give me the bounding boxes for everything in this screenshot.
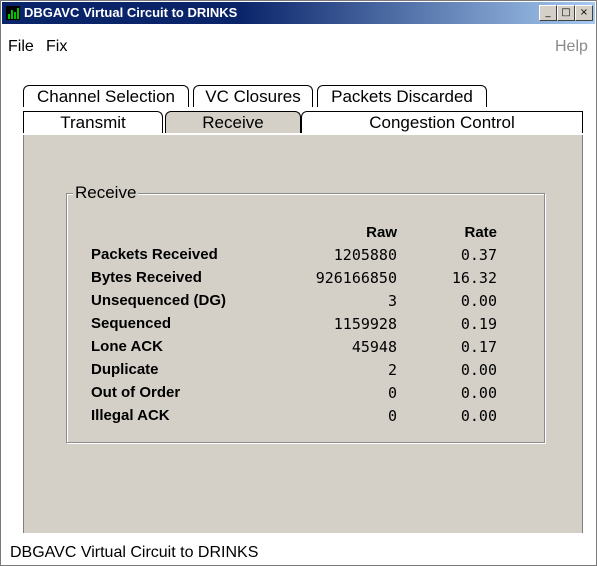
app-chart-icon <box>6 6 20 20</box>
tab-packets-discarded[interactable]: Packets Discarded <box>317 85 487 107</box>
stat-rate-value: 16.32 <box>451 269 497 287</box>
status-text: DBGAVC Virtual Circuit to DRINKS <box>10 544 259 561</box>
stat-rate-value: 0.37 <box>460 246 497 264</box>
status-bar: DBGAVC Virtual Circuit to DRINKS <box>2 541 595 565</box>
tab-receive[interactable]: Receive <box>165 111 301 133</box>
stat-label: Sequenced <box>91 315 172 332</box>
menu-file[interactable]: File <box>8 38 34 56</box>
menu-fix[interactable]: Fix <box>46 38 67 56</box>
tab-transmit[interactable]: Transmit <box>23 111 163 133</box>
stat-rate-value: 0.00 <box>460 361 497 379</box>
column-header-raw: Raw <box>366 224 397 241</box>
stat-label: Illegal ACK <box>91 407 170 424</box>
stat-label: Lone ACK <box>91 338 163 355</box>
stat-rate-value: 0.00 <box>460 384 497 402</box>
stat-rate-value: 0.00 <box>460 292 497 310</box>
menu-bar: File Fix Help <box>2 34 595 58</box>
stat-label: Packets Received <box>91 246 218 263</box>
stat-raw-value: 0 <box>387 384 397 402</box>
stat-raw-value: 2 <box>387 361 397 379</box>
window-title: DBGAVC Virtual Circuit to DRINKS <box>24 5 238 20</box>
stat-raw-value: 926166850 <box>315 269 397 287</box>
tab-channel-selection[interactable]: Channel Selection <box>23 85 189 107</box>
stat-label: Out of Order <box>91 384 181 401</box>
stat-rate-value: 0.00 <box>460 407 497 425</box>
tab-congestion-control[interactable]: Congestion Control <box>301 111 583 133</box>
stat-raw-value: 3 <box>387 292 397 310</box>
title-bar[interactable]: DBGAVC Virtual Circuit to DRINKS _ □ × <box>2 2 595 24</box>
group-title: Receive <box>73 183 139 203</box>
receive-group: Receive Raw Rate Packets Received 1205880… <box>66 183 545 443</box>
stat-rate-value: 0.17 <box>460 338 497 356</box>
stat-raw-value: 45948 <box>351 338 397 356</box>
stat-label: Unsequenced (DG) <box>91 292 227 309</box>
column-header-rate: Rate <box>464 224 497 241</box>
stat-label: Duplicate <box>91 361 159 378</box>
stat-label: Bytes Received <box>91 269 202 286</box>
stat-raw-value: 1205880 <box>333 246 397 264</box>
minimize-button[interactable]: _ <box>539 5 557 21</box>
maximize-button[interactable]: □ <box>557 5 575 21</box>
receive-panel: Receive Raw Rate Packets Received 1205880… <box>23 135 583 533</box>
application-window: DBGAVC Virtual Circuit to DRINKS _ □ × F… <box>0 0 597 566</box>
menu-help[interactable]: Help <box>555 38 588 56</box>
close-button[interactable]: × <box>575 5 593 21</box>
stat-raw-value: 0 <box>387 407 397 425</box>
tab-vc-closures[interactable]: VC Closures <box>193 85 313 107</box>
stat-rate-value: 0.19 <box>460 315 497 333</box>
stat-raw-value: 1159928 <box>333 315 397 333</box>
